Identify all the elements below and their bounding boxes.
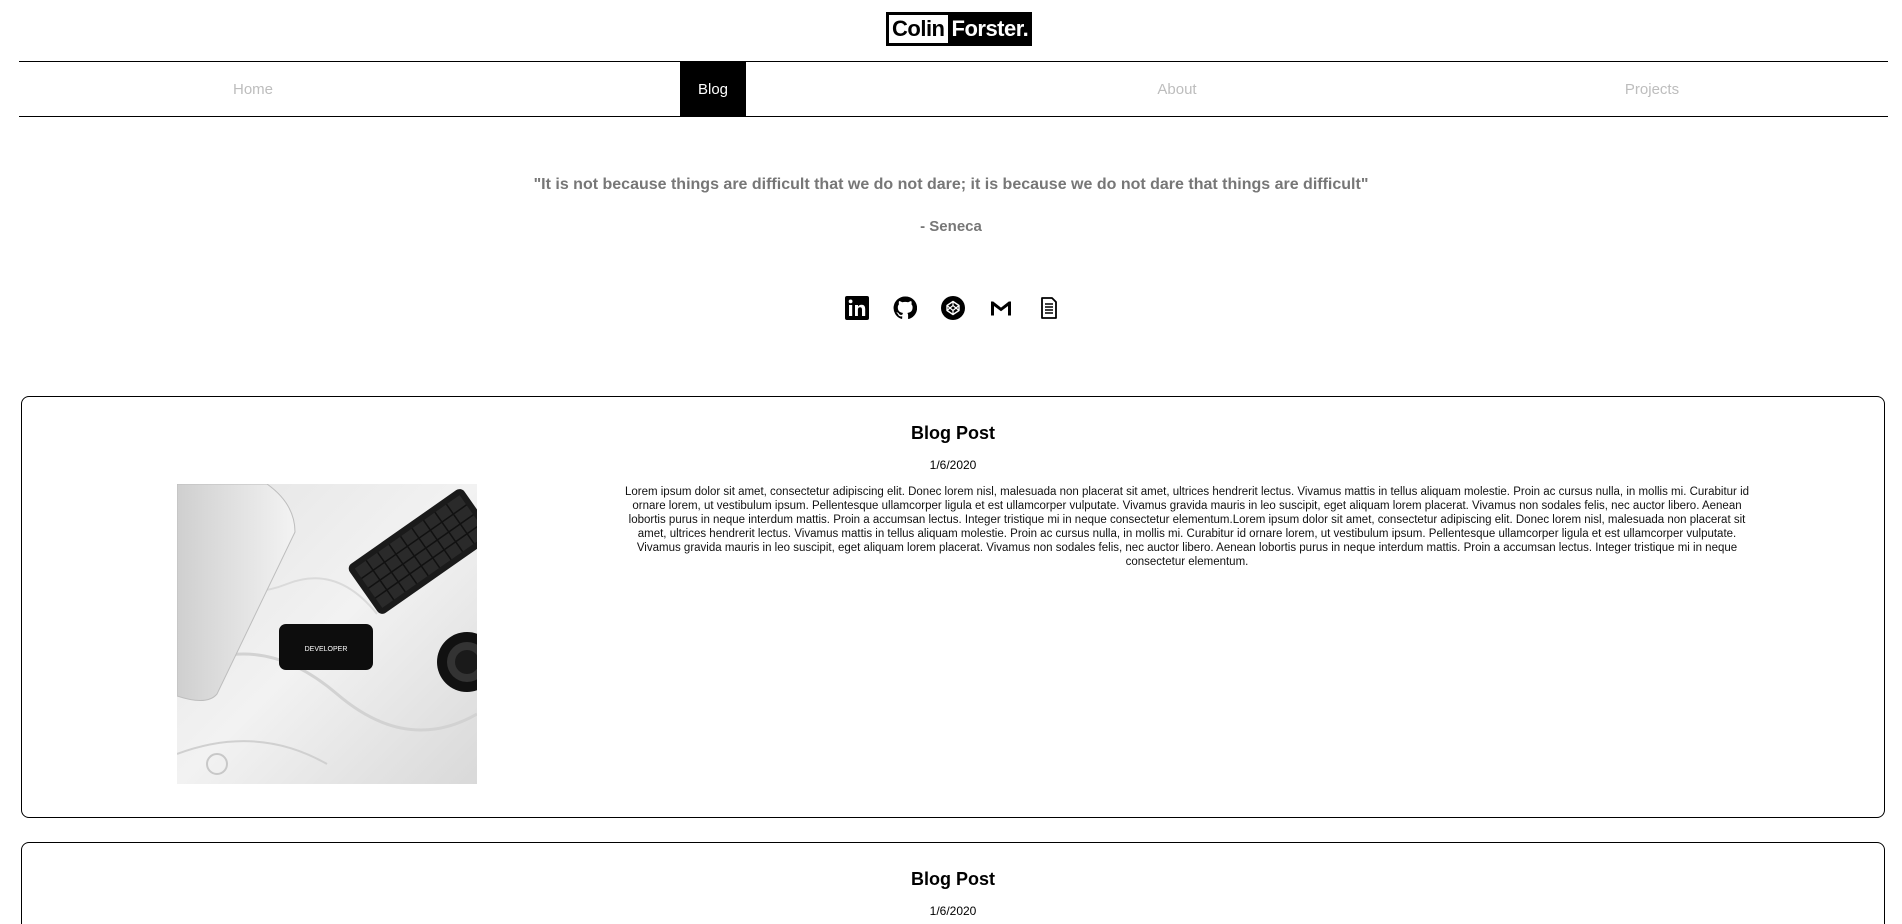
post-title: Blog Post: [911, 423, 995, 443]
main-nav: Home Blog About Projects: [19, 61, 1888, 117]
nav-projects[interactable]: Projects: [1418, 62, 1886, 116]
post-date: 1/6/2020: [929, 904, 977, 918]
post-body: Lorem ipsum dolor sit amet, consectetur …: [624, 486, 1750, 568]
site-logo[interactable]: Colin Forster.: [886, 12, 1033, 46]
quote-text: "It is not because things are difficult …: [533, 176, 1369, 193]
nav-blog[interactable]: Blog: [680, 62, 746, 116]
blog-post-card[interactable]: Blog Post 1/6/2020: [21, 842, 1885, 924]
linkedin-icon[interactable]: [845, 296, 869, 320]
page: Colin Forster. Home Blog About Projects …: [0, 0, 1902, 924]
post-image: DEVELOPER: [177, 484, 477, 784]
document-icon[interactable]: [1037, 296, 1061, 320]
blog-post-card[interactable]: Blog Post 1/6/2020: [21, 396, 1885, 818]
nav-about[interactable]: About: [943, 62, 1411, 116]
gmail-icon[interactable]: [989, 296, 1013, 320]
github-icon[interactable]: [893, 296, 917, 320]
logo-last-name: Forster.: [950, 12, 1033, 46]
phone-screen-text: DEVELOPER: [305, 646, 348, 653]
desk-photo: DEVELOPER: [177, 484, 477, 784]
quote-author: - Seneca: [920, 218, 982, 235]
logo-first-name: Colin: [886, 12, 951, 46]
codepen-icon[interactable]: [941, 296, 965, 320]
post-title: Blog Post: [911, 869, 995, 889]
social-links: [845, 296, 1061, 320]
post-date: 1/6/2020: [929, 458, 977, 472]
nav-home[interactable]: Home: [19, 62, 487, 116]
